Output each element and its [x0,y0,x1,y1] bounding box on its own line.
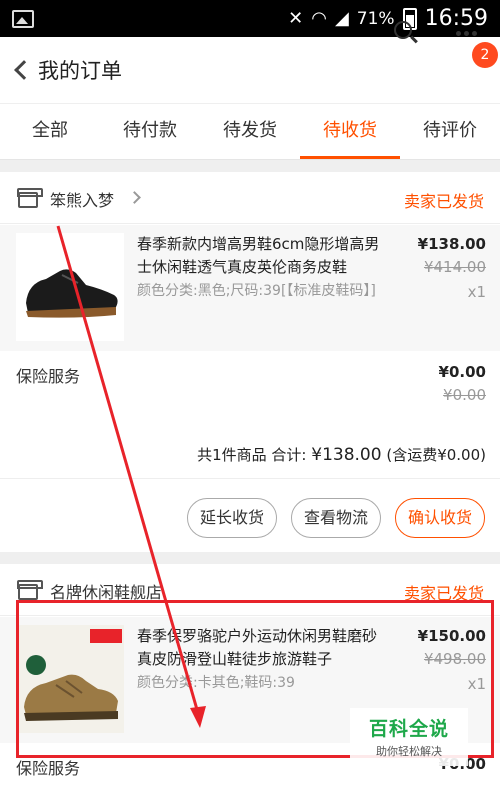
shop-row[interactable]: 笨熊入梦 卖家已发货 [0,172,500,224]
product-price: ¥150.00 [417,627,486,645]
chevron-right-icon [128,191,141,204]
product-quantity: x1 [467,675,486,693]
watermark-subtitle: 助你轻松解决 [376,745,442,758]
order-item[interactable]: 春季新款内增高男鞋6cm隐形增高男士休闲鞋透气真皮英伦商务皮鞋 颜色分类:黑色;… [0,225,500,351]
product-title: 春季保罗骆驼户外运动休闲男鞋磨砂真皮防滑登山鞋徒步旅游鞋子 [137,627,378,668]
watermark: 百科全说 助你轻松解决 [350,708,468,766]
mute-icon: ✕ [288,8,304,29]
tab-all[interactable]: 全部 [0,104,100,159]
app-header: 我的订单 [0,37,500,103]
insurance-row: 保险服务 ¥0.00 ¥0.00 [0,351,500,415]
insurance-original-price: ¥0.00 [443,386,486,404]
total-amount: ¥138.00 [311,445,382,465]
product-spec: 颜色分类:黑色;尺码:39[【标准皮鞋码】] [137,283,376,299]
back-button[interactable] [0,37,38,103]
item-count: 共1件商品 [197,446,267,464]
product-title: 春季新款内增高男鞋6cm隐形增高男士休闲鞋透气真皮英伦商务皮鞋 [137,235,380,276]
signal-icon: ◢ [334,8,349,29]
shop-row[interactable]: 名牌休闲鞋舰店 卖家已发货 [0,564,500,616]
order-status: 卖家已发货 [403,192,484,211]
product-spec: 颜色分类:卡其色;鞋码:39 [137,675,295,691]
product-quantity: x1 [467,283,486,301]
divider [0,478,500,479]
battery-percent: 71% [356,8,395,29]
order-status: 卖家已发货 [403,584,484,603]
product-price: ¥138.00 [417,235,486,253]
search-icon[interactable] [392,20,418,46]
product-image [16,233,124,341]
shop-icon [17,580,43,600]
product-image [16,625,124,733]
status-bar: ✕ ◠ ◢ 71% 16:59 [0,0,500,37]
shop-name: 笨熊入梦 [50,191,115,210]
order-tabs: 全部 待付款 待发货 待收货 待评价 [0,104,500,160]
insurance-price: ¥0.00 [438,363,486,381]
shop-name: 名牌休闲鞋舰店 [50,583,163,602]
notification-badge: 2 [472,42,498,68]
extend-receipt-button[interactable]: 延长收货 [187,498,277,538]
order-summary: 共1件商品 合计: ¥138.00 (含运费¥0.00) [197,444,486,465]
original-price: ¥498.00 [423,650,486,668]
more-icon[interactable] [456,31,477,36]
shipping-note: (含运费¥0.00) [386,446,486,464]
total-label: 合计: [271,446,312,464]
insurance-label: 保险服务 [16,759,81,778]
tab-pending-payment[interactable]: 待付款 [100,104,200,159]
shop-icon [17,188,43,208]
gallery-icon [12,9,34,28]
tab-pending-receipt[interactable]: 待收货 [300,104,400,159]
clock: 16:59 [424,6,488,31]
page-title: 我的订单 [38,59,122,83]
wifi-icon: ◠ [311,8,327,29]
insurance-label: 保险服务 [16,367,81,386]
back-arrow-icon [14,60,34,80]
watermark-title: 百科全说 [368,718,449,740]
status-icons: ✕ ◠ ◢ 71% 16:59 [288,6,488,31]
original-price: ¥414.00 [423,258,486,276]
view-logistics-button[interactable]: 查看物流 [291,498,381,538]
confirm-receipt-button[interactable]: 确认收货 [395,498,485,538]
order-card: 笨熊入梦 卖家已发货 春季新款内增高男鞋6cm隐形增高男士休闲鞋透气真皮英伦商务… [0,172,500,552]
tab-pending-shipment[interactable]: 待发货 [200,104,300,159]
tab-pending-review[interactable]: 待评价 [400,104,500,159]
